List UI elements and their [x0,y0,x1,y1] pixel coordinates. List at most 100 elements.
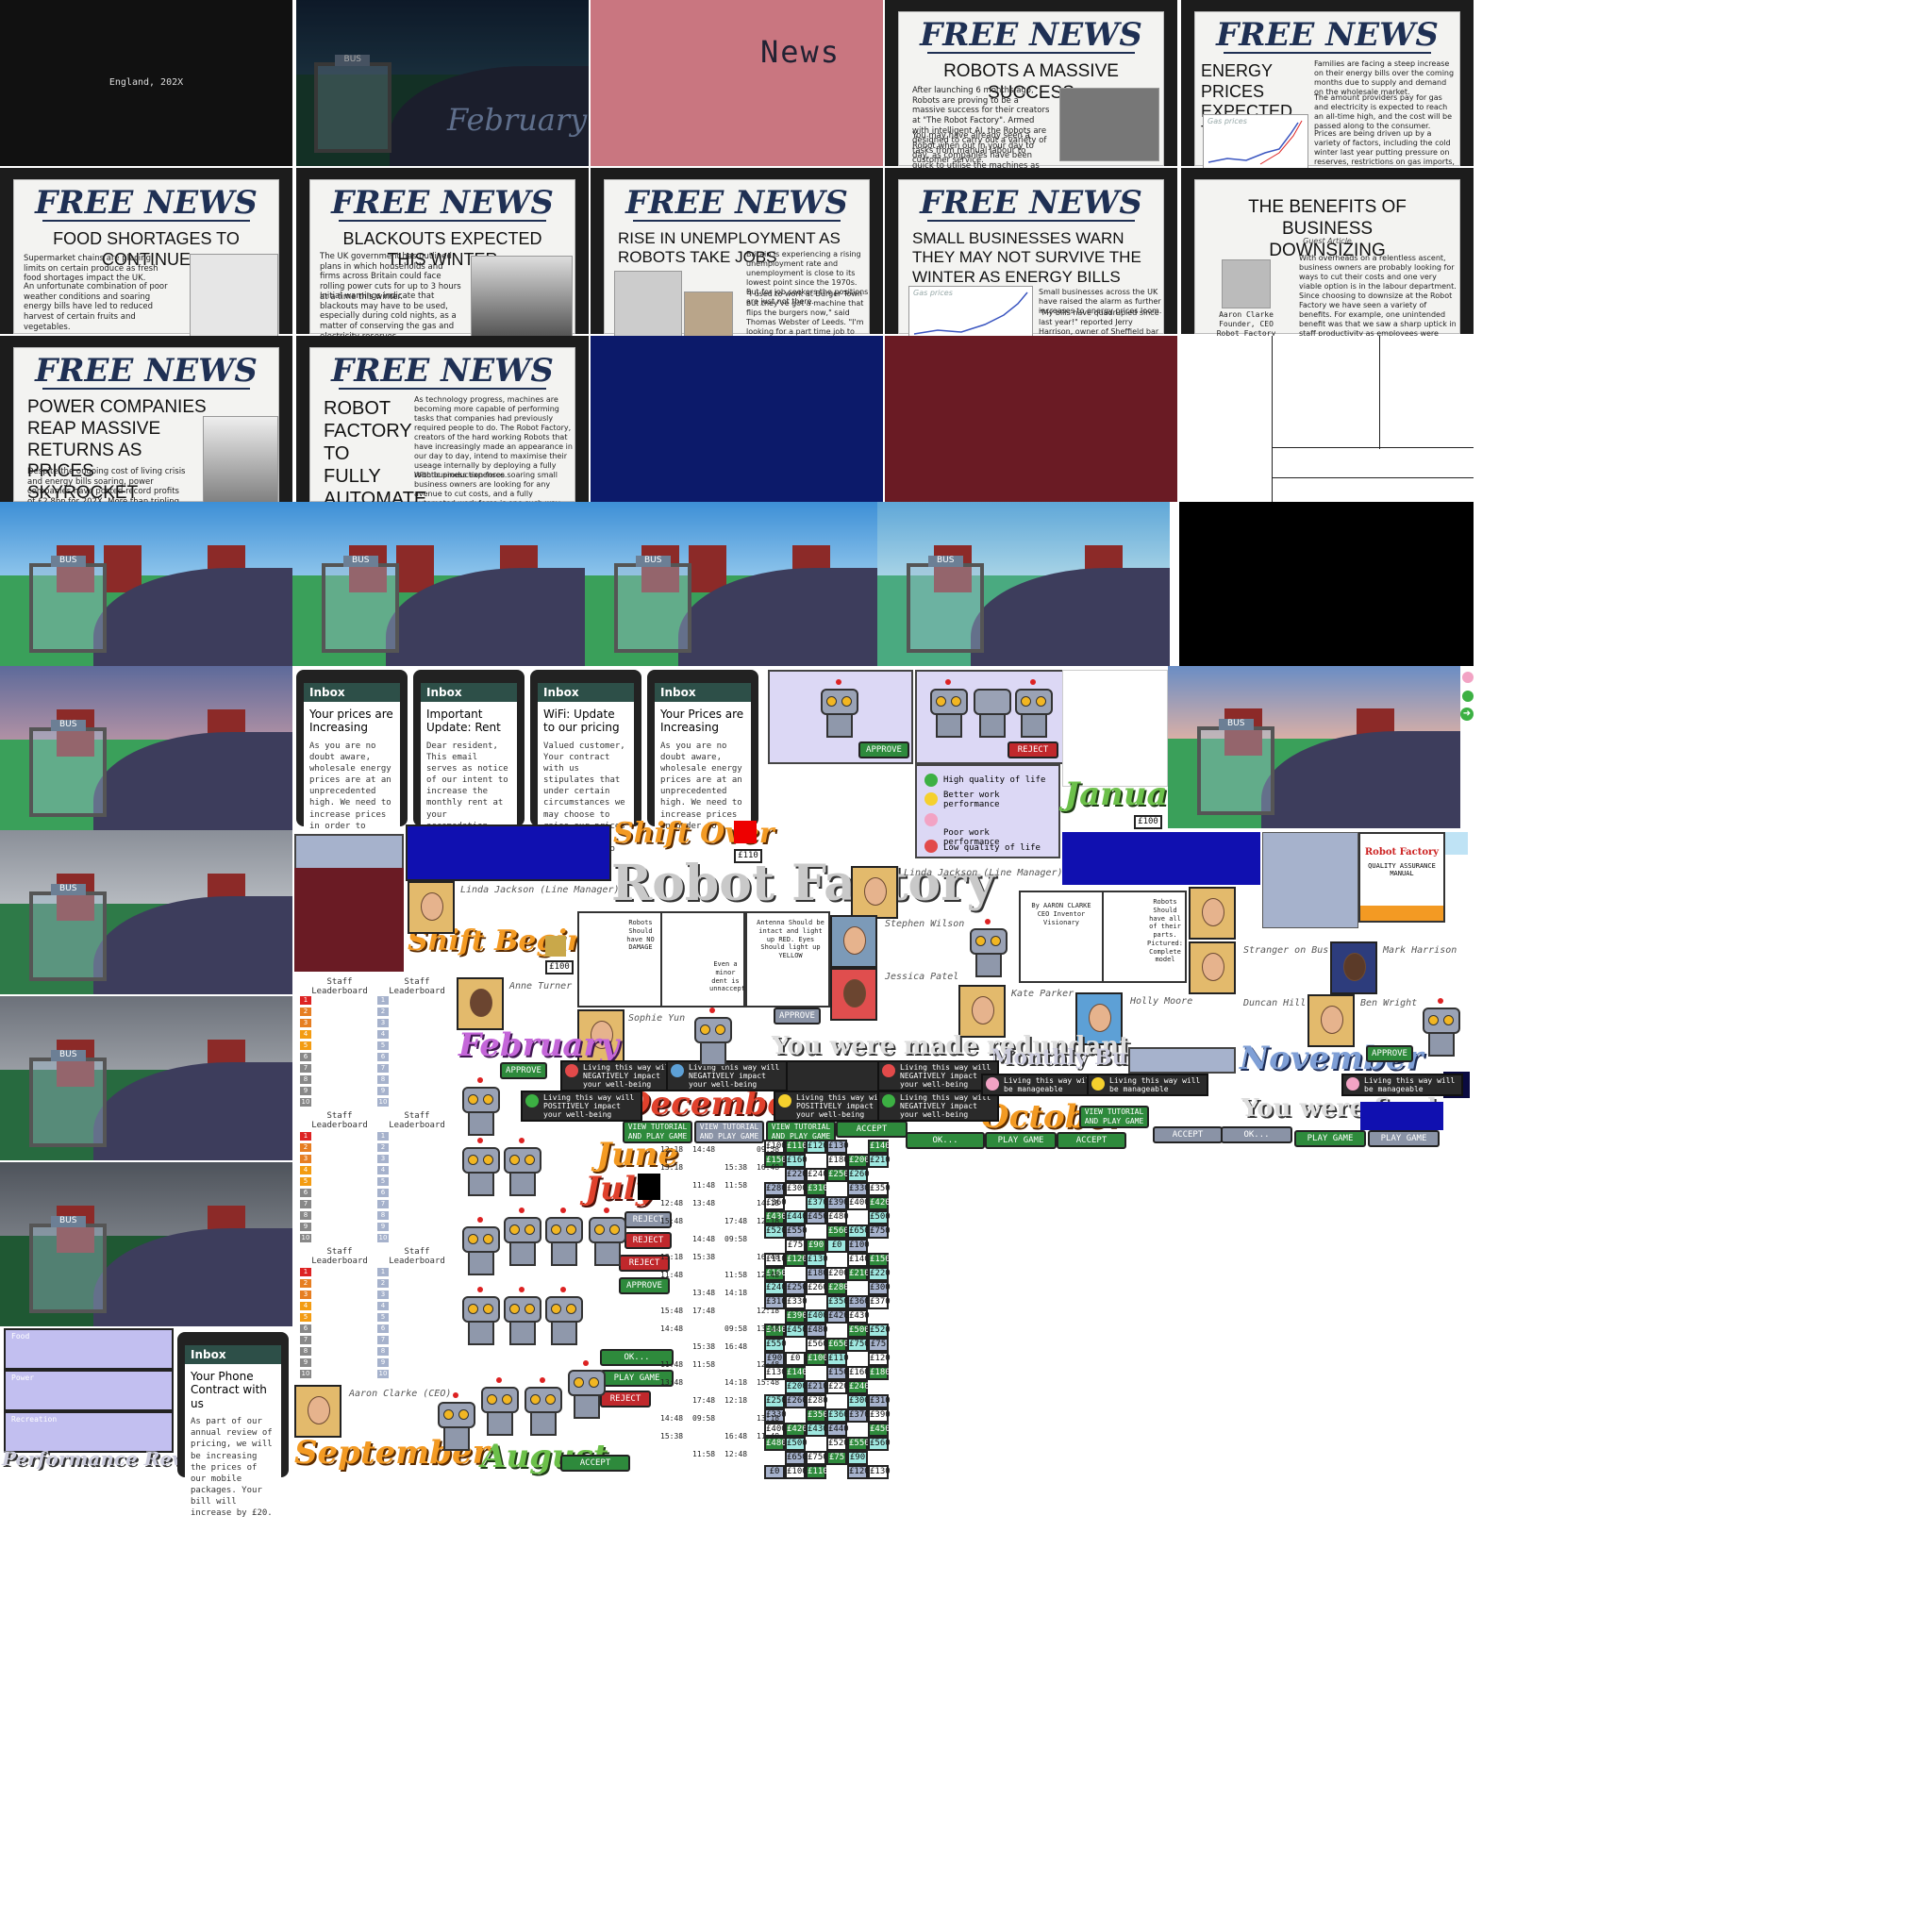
reject-button[interactable]: REJECT [625,1232,672,1249]
rule-card-dent: Even a minor dent is unnacceptable [660,911,761,1008]
accept-button[interactable]: ACCEPT [560,1455,630,1472]
money-badge: £390 [785,1309,808,1324]
leaderboard-rank: 10 [300,1234,311,1242]
leaderboard-rank: 2 [377,1143,389,1152]
money-badge: £650 [847,1224,870,1239]
time-label: 14:18 [757,1199,780,1208]
money-badge: £240 [764,1281,787,1295]
black-square [638,1174,660,1200]
time-label: 16:48 [757,1253,780,1261]
time-label: 14:48 [692,1145,716,1154]
newspaper-body: Families are facing a steep increase on … [1314,59,1455,96]
approve-button[interactable]: APPROVE [774,1008,821,1024]
play-game-button[interactable]: PLAY GAME [1368,1130,1440,1147]
ok-button[interactable]: OK... [906,1132,985,1149]
leaderboard-rank: 1 [300,996,311,1005]
money-badge: £430 [806,1423,828,1437]
money-badge: £200 [785,1380,808,1394]
leaderboard-rank: 5 [377,1177,389,1186]
accept-button[interactable]: ACCEPT [1153,1126,1223,1143]
money-badge: £560 [826,1224,849,1239]
money-badge: £110 [785,1140,808,1154]
money-badge: £140 [847,1253,870,1267]
leaderboard-rank: 5 [300,1041,311,1050]
leaderboard-rank: 4 [377,1030,389,1039]
ok-button[interactable]: OK... [1221,1126,1292,1143]
leaderboard-rank: 1 [377,1132,389,1141]
money-badge: £130 [806,1253,828,1267]
approve-button[interactable]: APPROVE [858,741,909,758]
wellbeing-negative-box: Living this way will NEGATIVELY impact y… [560,1060,682,1091]
time-label: 09:58 [724,1235,748,1243]
smiley-icon [924,774,938,787]
robot-icon [521,1377,562,1438]
tutorial-button[interactable]: VIEW TUTORIAL AND PLAY GAME [623,1121,692,1143]
money-badge: £350 [826,1295,849,1309]
portrait-linda-jackson [408,881,455,934]
robot-icon [500,1208,541,1268]
accept-button[interactable]: ACCEPT [1057,1132,1126,1149]
leaderboard-rank: 4 [300,1302,311,1310]
time-label: 15:48 [660,1307,684,1315]
rule-card-ceo: By AARON CLARKE CEO Inventor Visionary [1019,891,1104,983]
time-label: 11:58 [724,1271,748,1279]
street-scene-dark-1: BUS [0,1162,292,1326]
arrow-right-icon[interactable]: ➜ [1460,708,1474,721]
man-portrait [684,291,733,341]
staff-leaderboard: Staff Leaderboard [389,1247,445,1266]
leaderboard-rank: 1 [300,1268,311,1276]
money-badge: £160 [785,1154,808,1168]
leaderboard-rank: 10 [377,1098,389,1107]
money-badge: £520 [868,1324,891,1338]
money-badge: £370 [806,1196,828,1210]
leaderboard-rank: 1 [377,1268,389,1276]
time-label: 13:48 [692,1199,716,1208]
reject-button[interactable]: REJECT [600,1391,651,1407]
money-badge: £370 [847,1408,870,1423]
time-label: 11:48 [757,1432,780,1441]
inbox-title: Inbox [304,683,400,702]
street-scene-dusk: BUS [0,666,292,830]
quality-assurance-manual[interactable]: Robot Factory QUALITY ASSURANCE MANUAL [1358,832,1445,923]
leaderboard-rank: 2 [300,1279,311,1288]
time-label: 09:58 [757,1145,780,1154]
leaderboard-rank: 7 [377,1336,389,1344]
smiley-icon [778,1094,791,1108]
newspaper-body-2: The amount providers pay for gas and ele… [1314,93,1453,130]
approve-button[interactable]: APPROVE [1366,1045,1413,1062]
play-game-button[interactable]: PLAY GAME [985,1132,1057,1149]
time-label: 13:18 [660,1163,684,1172]
speaker-icon[interactable] [1445,832,1468,855]
time-label: 13:18 [757,1414,780,1423]
leaderboard-rank: 5 [300,1313,311,1322]
leaderboard-rank: 8 [300,1347,311,1356]
approve-button[interactable]: APPROVE [619,1277,670,1294]
money-badge: £520 [826,1437,849,1451]
time-label: 13:48 [692,1289,716,1297]
leaderboard-rank: 9 [300,1358,311,1367]
money-badge: £260 [785,1394,808,1408]
staff-leaderboard: Staff Leaderboard [311,1111,368,1130]
tutorial-button[interactable]: VIEW TUTORIAL AND PLAY GAME [1079,1106,1149,1128]
reject-button[interactable]: REJECT [1008,741,1058,758]
accept-button[interactable]: ACCEPT [836,1121,908,1138]
money-badge: £420 [868,1196,891,1210]
time-label: 14:18 [724,1378,748,1387]
portrait-aaron-clarke [294,1385,341,1438]
money-badge: £180 [868,1366,891,1380]
approve-button[interactable]: APPROVE [500,1062,547,1079]
time-label: 12:48 [757,1360,780,1369]
money-badge: £440 [826,1423,849,1437]
frame-grid-tile [1181,336,1474,502]
money-badge: £150 [868,1253,891,1267]
tutorial-button[interactable]: VIEW TUTORIAL AND PLAY GAME [694,1121,764,1143]
staff-leaderboard: Staff Leaderboard [389,977,445,996]
money-badge: £400 [806,1309,828,1324]
money-badge: £420 [785,1423,808,1437]
leaderboard-rank: 4 [377,1302,389,1310]
newspaper-power-companies: FREE NEWS POWER COMPANIES REAP MASSIVE R… [0,336,292,517]
staff-leaderboard: Staff Leaderboard [389,1111,445,1130]
money-badge: £400 [847,1196,870,1210]
money-badge: £140 [785,1366,808,1380]
play-game-button[interactable]: PLAY GAME [1294,1130,1366,1147]
